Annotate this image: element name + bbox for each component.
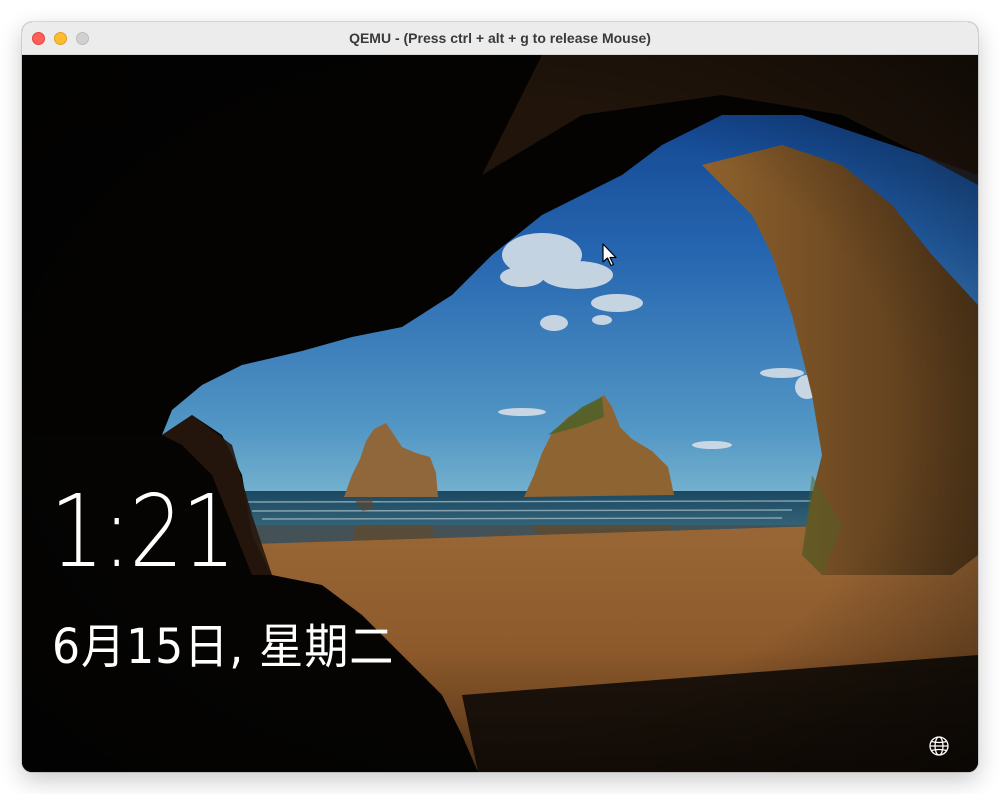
lockscreen-time: 1:21 (50, 473, 236, 590)
mouse-cursor-icon (602, 243, 617, 267)
globe-icon[interactable] (928, 735, 950, 757)
window-title: QEMU - (Press ctrl + alt + g to release … (349, 30, 651, 46)
lockscreen-date: 6月15日, 星期二 (52, 619, 395, 675)
vm-display[interactable]: 1:21 6月15日, 星期二 (22, 55, 978, 772)
window-titlebar[interactable]: QEMU - (Press ctrl + alt + g to release … (22, 22, 978, 55)
qemu-window: QEMU - (Press ctrl + alt + g to release … (22, 22, 978, 772)
